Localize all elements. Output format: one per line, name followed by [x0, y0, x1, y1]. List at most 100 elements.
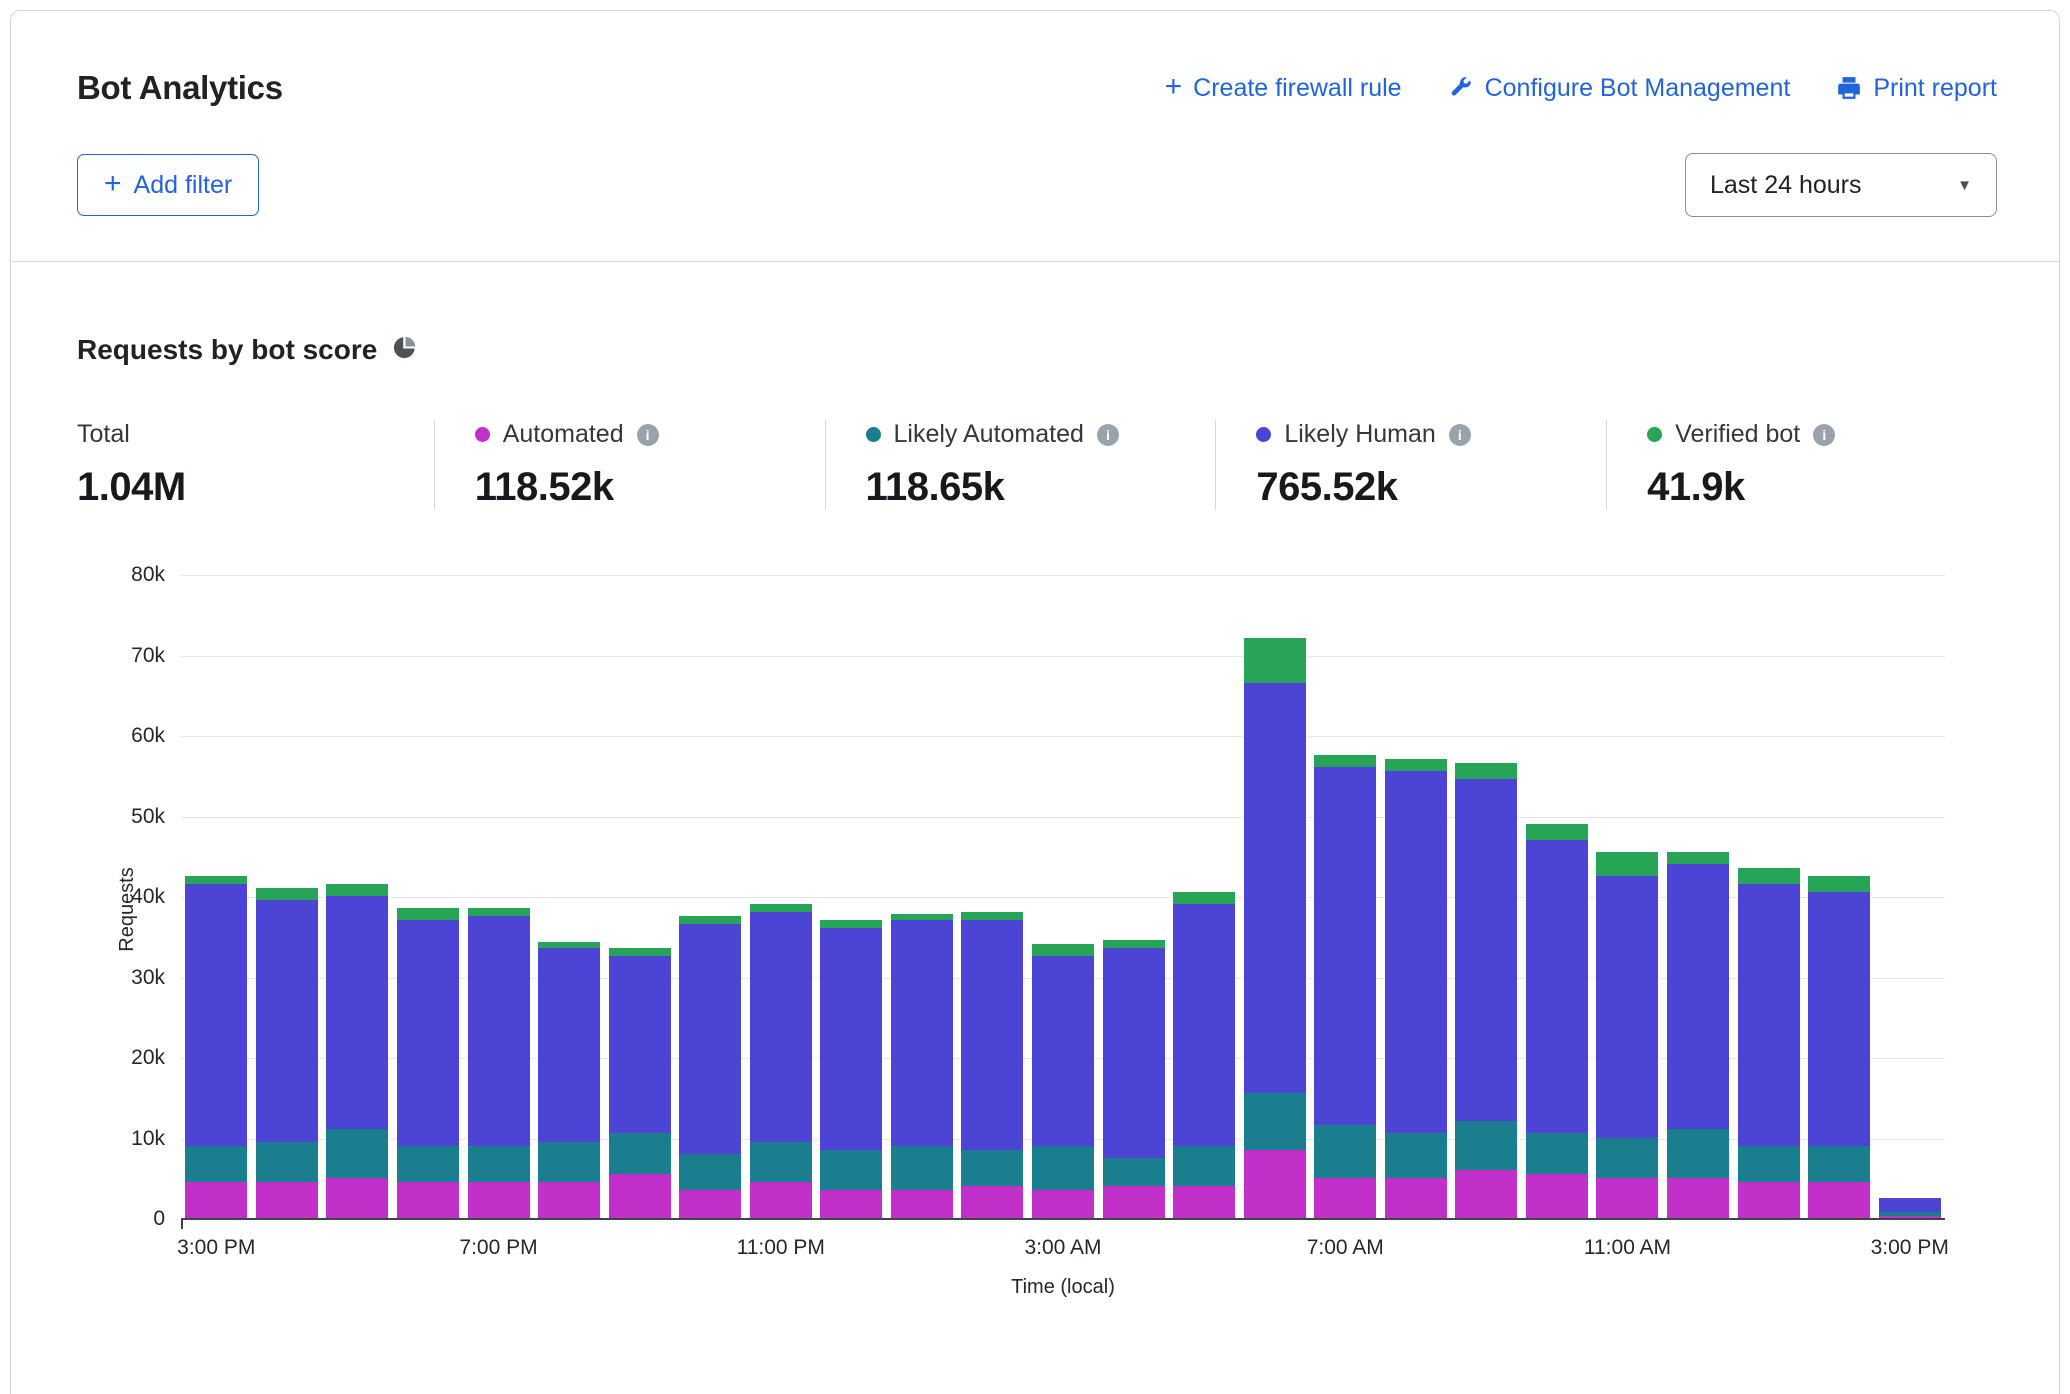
segment-automated: [397, 1182, 459, 1218]
segment-automated: [1244, 1150, 1306, 1218]
bar-stack-1[interactable]: [256, 888, 318, 1218]
bar-stack-20[interactable]: [1596, 852, 1658, 1218]
segment-verified-bot: [326, 884, 388, 896]
bar-stack-7[interactable]: [679, 916, 741, 1218]
bar-stack-18[interactable]: [1455, 763, 1517, 1218]
y-tick-label: 20k: [131, 1046, 165, 1070]
time-range-select[interactable]: Last 24 hours ▼: [1685, 153, 1997, 217]
stat-label: Automated: [503, 420, 624, 449]
segment-verified-bot: [1103, 940, 1165, 948]
header-actions: + Create firewall rule Configure Bot Man…: [1165, 73, 1997, 103]
bar-stack-24[interactable]: [1879, 1198, 1941, 1218]
segment-verified-bot: [1385, 759, 1447, 771]
segment-automated: [1103, 1186, 1165, 1218]
segment-likely-human: [1455, 779, 1517, 1121]
bar-stack-9[interactable]: [820, 920, 882, 1218]
segment-likely-human: [326, 896, 388, 1129]
bar-stack-15[interactable]: [1244, 638, 1306, 1218]
segment-likely-human: [1103, 948, 1165, 1157]
segment-likely-human: [397, 920, 459, 1145]
segment-likely-automated: [1526, 1133, 1588, 1173]
stat-verified-bot: Verified bot i 41.9k: [1606, 420, 1997, 510]
info-icon[interactable]: i: [1097, 424, 1119, 446]
segment-likely-automated: [820, 1150, 882, 1190]
action-label: Create firewall rule: [1193, 74, 1401, 103]
y-tick-label: 70k: [131, 644, 165, 668]
legend-stats-row: Total 1.04M Automated i 118.52k Likely A…: [77, 420, 1997, 510]
segment-verified-bot: [820, 920, 882, 928]
bar-stack-21[interactable]: [1667, 852, 1729, 1218]
segment-likely-automated: [1385, 1133, 1447, 1177]
action-label: Configure Bot Management: [1485, 74, 1791, 103]
bar-stack-12[interactable]: [1032, 944, 1094, 1218]
info-icon[interactable]: i: [637, 424, 659, 446]
segment-likely-human: [1596, 876, 1658, 1138]
x-tick-label: 11:00 AM: [1584, 1236, 1671, 1260]
bar-stack-11[interactable]: [961, 912, 1023, 1218]
info-icon[interactable]: i: [1449, 424, 1471, 446]
segment-likely-human: [750, 912, 812, 1141]
create-firewall-rule-link[interactable]: + Create firewall rule: [1165, 73, 1402, 103]
segment-likely-human: [1526, 840, 1588, 1134]
segment-automated: [1738, 1182, 1800, 1218]
bar-stack-0[interactable]: [185, 876, 247, 1218]
bot-analytics-card: Bot Analytics + Create firewall rule Con…: [10, 10, 2060, 1394]
stat-likely-human: Likely Human i 765.52k: [1215, 420, 1606, 510]
configure-bot-management-link[interactable]: Configure Bot Management: [1448, 74, 1791, 103]
bar-stack-19[interactable]: [1526, 824, 1588, 1218]
chevron-down-icon: ▼: [1957, 177, 1972, 194]
bar-stack-6[interactable]: [609, 948, 671, 1218]
segment-verified-bot: [750, 904, 812, 912]
stat-label: Total: [77, 420, 130, 449]
segment-automated: [1526, 1174, 1588, 1218]
segment-verified-bot: [1808, 876, 1870, 892]
segment-verified-bot: [1667, 852, 1729, 864]
segment-likely-automated: [538, 1142, 600, 1182]
bar-stack-5[interactable]: [538, 942, 600, 1218]
stat-total: Total 1.04M: [77, 420, 434, 510]
bar-stack-23[interactable]: [1808, 876, 1870, 1218]
requests-chart: 010k20k30k40k50k60k70k80k3:00 PM7:00 PM1…: [181, 576, 1945, 1316]
page-title: Bot Analytics: [77, 69, 283, 107]
segment-automated: [961, 1186, 1023, 1218]
segment-likely-automated: [609, 1133, 671, 1173]
segment-likely-automated: [891, 1146, 953, 1190]
x-tick-label: 7:00 AM: [1307, 1236, 1384, 1260]
bar-stack-14[interactable]: [1173, 892, 1235, 1218]
bar-stack-4[interactable]: [468, 908, 530, 1218]
segment-verified-bot: [468, 908, 530, 916]
bar-stack-17[interactable]: [1385, 759, 1447, 1218]
segment-likely-automated: [1667, 1129, 1729, 1177]
gridline: [181, 575, 1945, 576]
info-icon[interactable]: i: [1813, 424, 1835, 446]
gridline: [181, 656, 1945, 657]
segment-verified-bot: [1455, 763, 1517, 779]
pie-chart-icon: [392, 335, 417, 365]
segment-likely-automated: [1032, 1146, 1094, 1190]
bar-stack-10[interactable]: [891, 914, 953, 1218]
segment-likely-automated: [679, 1154, 741, 1190]
segment-likely-automated: [468, 1146, 530, 1182]
segment-likely-automated: [750, 1142, 812, 1182]
bar-stack-16[interactable]: [1314, 755, 1376, 1218]
stat-value: 41.9k: [1647, 465, 1977, 510]
bar-stack-2[interactable]: [326, 884, 388, 1218]
bar-stack-8[interactable]: [750, 904, 812, 1218]
add-filter-button[interactable]: + Add filter: [77, 154, 259, 216]
segment-verified-bot: [1596, 852, 1658, 876]
segment-likely-human: [820, 928, 882, 1149]
segment-likely-automated: [185, 1146, 247, 1182]
segment-likely-human: [961, 920, 1023, 1149]
bar-stack-22[interactable]: [1738, 868, 1800, 1218]
segment-automated: [256, 1182, 318, 1218]
x-tick-label: 11:00 PM: [737, 1236, 825, 1260]
bar-stack-3[interactable]: [397, 908, 459, 1218]
print-report-link[interactable]: Print report: [1836, 74, 1997, 103]
x-axis-line: [181, 1218, 1945, 1220]
segment-automated: [538, 1182, 600, 1218]
segment-verified-bot: [397, 908, 459, 920]
stat-value: 118.65k: [866, 465, 1196, 510]
segment-likely-human: [468, 916, 530, 1145]
bar-stack-13[interactable]: [1103, 940, 1165, 1218]
plot-area: 010k20k30k40k50k60k70k80k3:00 PM7:00 PM1…: [181, 576, 1945, 1220]
